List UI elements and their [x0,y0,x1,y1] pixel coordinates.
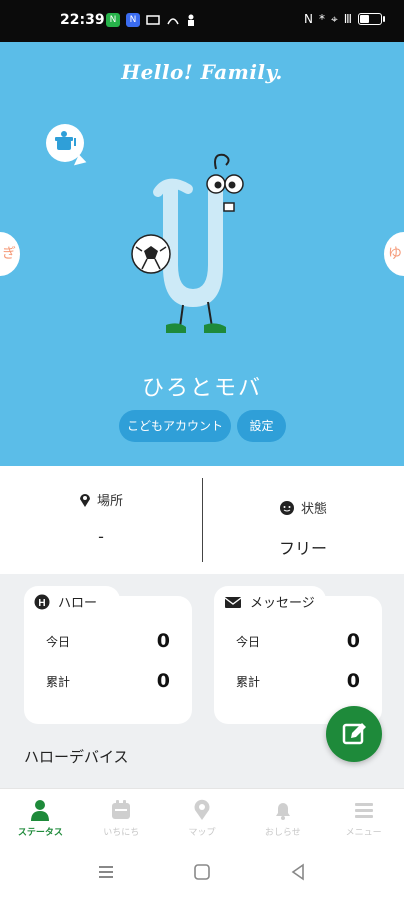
status-section[interactable]: 状態 フリー [202,498,404,559]
compose-message-button[interactable] [326,706,382,762]
nav-notice[interactable]: おしらせ [242,789,323,847]
person-icon [31,800,50,821]
hello-h-icon: H [34,594,50,609]
nav-map-label: マップ [188,828,216,838]
hello-today-row: 今日 0 [46,630,170,652]
hello-today-label: 今日 [46,634,71,649]
recent-apps-icon[interactable] [96,862,116,882]
status-right-icons: N * ⌖ Ⅲ [303,12,385,26]
message-total-value: 0 [346,670,360,692]
message-today-value: 0 [346,630,360,652]
info-panel: 場所 - 状態 フリー [0,466,404,574]
signal-icon: Ⅲ [343,12,352,26]
hello-total-label: 累計 [46,674,71,689]
message-total-row: 累計 0 [236,670,360,692]
hello-card[interactable]: H ハロー 今日 0 累計 0 [24,586,192,724]
hero-section: Hello! Family. ぎ ゆ ひろとモバ こどもアカウント 設定 [0,42,404,466]
message-today-label: 今日 [236,634,261,649]
app-line-icon: N [106,13,120,27]
cast-icon [146,15,160,25]
message-card-title: メッセージ [250,596,315,611]
nav-daily[interactable]: いちにち [81,789,162,847]
home-icon[interactable] [192,862,212,882]
prev-child-initial: ぎ [2,246,16,262]
brand-logo: Hello! Family. [121,60,283,84]
message-card-header: メッセージ [224,592,315,611]
next-child-initial: ゆ [388,246,402,262]
nav-status[interactable]: ステータス [0,789,81,847]
bluetooth-icon: * [318,12,325,26]
next-child-button[interactable]: ゆ [384,232,404,276]
message-card[interactable]: メッセージ 今日 0 累計 0 [214,586,382,724]
settings-button[interactable]: 設定 [237,410,286,442]
hello-card-header: H ハロー [34,592,97,611]
status-left-icons: N N [106,13,196,27]
person-small-icon [188,14,194,26]
status-value: フリー [278,539,327,558]
nav-daily-label: いちにち [103,828,140,838]
back-icon[interactable] [288,862,308,882]
nfc-icon: N [303,12,313,26]
status-time: 22:39 [60,12,105,28]
status-label: 状態 [300,502,327,517]
hello-devices-heading: ハローデバイス [24,748,129,766]
system-navigation-bar [0,846,404,900]
hello-bubble-button[interactable] [46,124,84,162]
bell-icon [275,803,290,820]
status-bar: 22:39 N N N * ⌖ Ⅲ [0,0,404,42]
menu-icon [354,803,373,818]
message-total-label: 累計 [236,674,261,689]
map-pin-icon [194,799,210,820]
bottom-navigation: ステータス いちにち マップ おしらせ メニュー [0,788,404,847]
location-value: - [98,527,104,546]
nav-map[interactable]: マップ [162,789,243,847]
prev-child-button[interactable]: ぎ [0,232,20,276]
status-label-row: 状態 [202,498,404,517]
nav-menu-label: メニュー [345,828,382,838]
edit-icon [342,723,366,745]
location-label: 場所 [96,494,123,509]
wave-icon [167,18,179,25]
envelope-icon [224,596,242,608]
calendar-icon [112,800,131,819]
location-icon: ⌖ [330,12,338,26]
hello-total-value: 0 [156,670,170,692]
hello-total-row: 累計 0 [46,670,170,692]
nav-menu[interactable]: メニュー [323,789,404,847]
battery-icon [358,13,385,25]
message-today-row: 今日 0 [236,630,360,652]
location-label-row: 場所 [0,490,202,509]
map-pin-icon [79,493,90,507]
nav-status-label: ステータス [17,828,63,838]
kids-account-button[interactable]: こどもアカウント [119,410,231,442]
location-section[interactable]: 場所 - [0,490,202,546]
child-name: ひろとモバ [141,376,262,401]
app-blue-icon: N [126,13,140,27]
status-face-icon [279,500,294,515]
mascot-illustration [131,153,244,333]
hello-today-value: 0 [156,630,170,652]
svg-text:H: H [38,598,45,609]
gift-icon [55,131,76,150]
nav-notice-label: おしらせ [264,828,301,838]
hello-card-title: ハロー [58,596,98,611]
